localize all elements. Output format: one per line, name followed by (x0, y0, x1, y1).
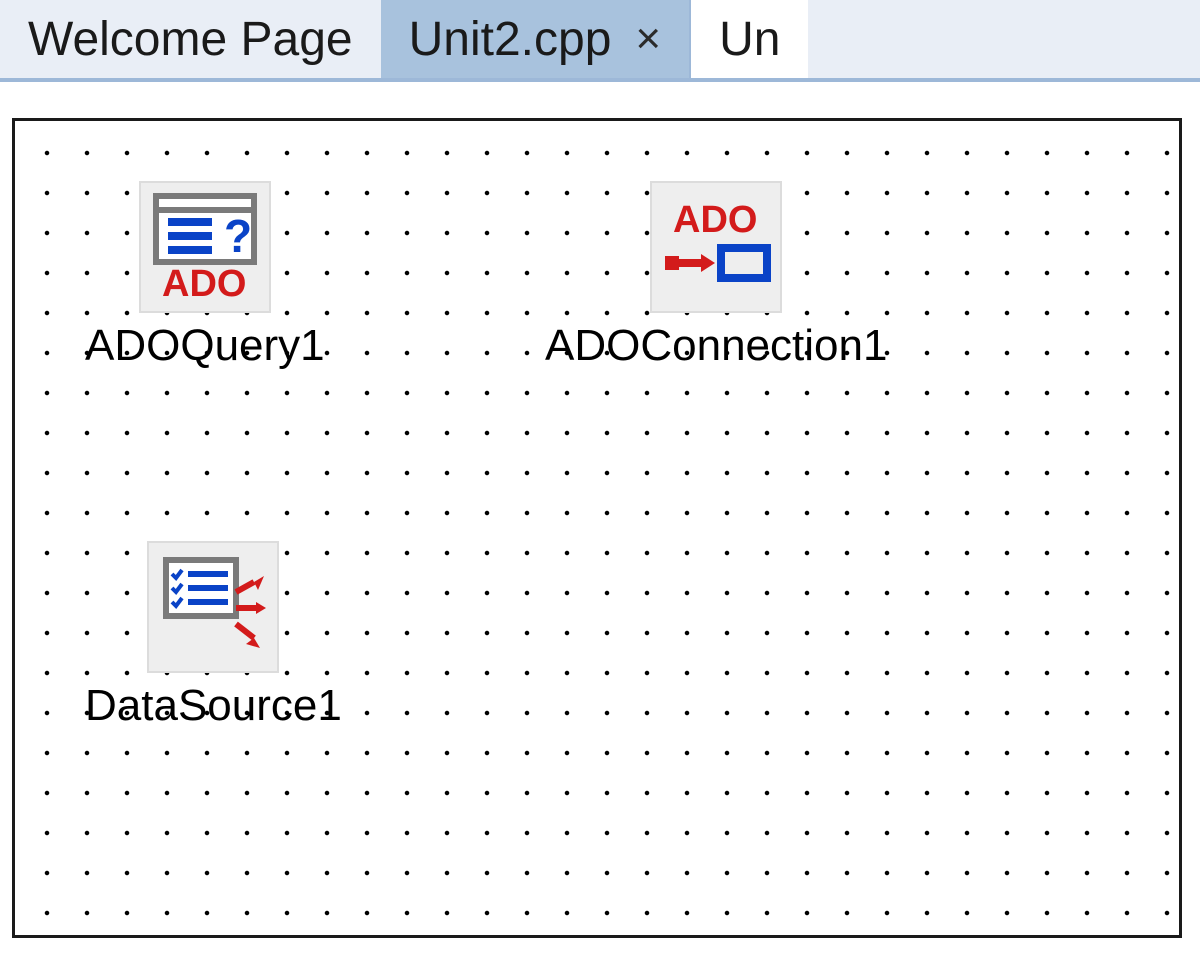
form-designer-surface[interactable]: ? ADO ADOQuery1 ADO (12, 118, 1182, 938)
svg-text:ADO: ADO (673, 199, 757, 241)
tab-unit2-cpp[interactable]: Unit2.cpp × (381, 0, 689, 78)
component-adoconnection1[interactable]: ADO ADOConnection1 (545, 181, 887, 371)
component-label: ADOConnection1 (545, 321, 887, 371)
tab-label: Un (719, 12, 780, 67)
component-label: DataSource1 (85, 681, 342, 731)
tab-label: Welcome Page (28, 12, 353, 67)
close-icon[interactable]: × (635, 17, 661, 61)
tab-cutoff[interactable]: Un (689, 0, 808, 78)
tab-label: Unit2.cpp (409, 12, 612, 67)
designer-area: ? ADO ADOQuery1 ADO (0, 82, 1200, 948)
svg-text:?: ? (224, 210, 252, 262)
component-label: ADOQuery1 (85, 321, 325, 371)
component-adoquery1[interactable]: ? ADO ADOQuery1 (85, 181, 325, 371)
component-datasource1[interactable]: DataSource1 (85, 541, 342, 731)
ado-query-icon: ? ADO (139, 181, 271, 313)
svg-text:ADO: ADO (162, 263, 246, 302)
tab-welcome-page[interactable]: Welcome Page (0, 0, 381, 78)
ado-connection-icon: ADO (650, 181, 782, 313)
data-source-icon (147, 541, 279, 673)
tab-bar: Welcome Page Unit2.cpp × Un (0, 0, 1200, 82)
